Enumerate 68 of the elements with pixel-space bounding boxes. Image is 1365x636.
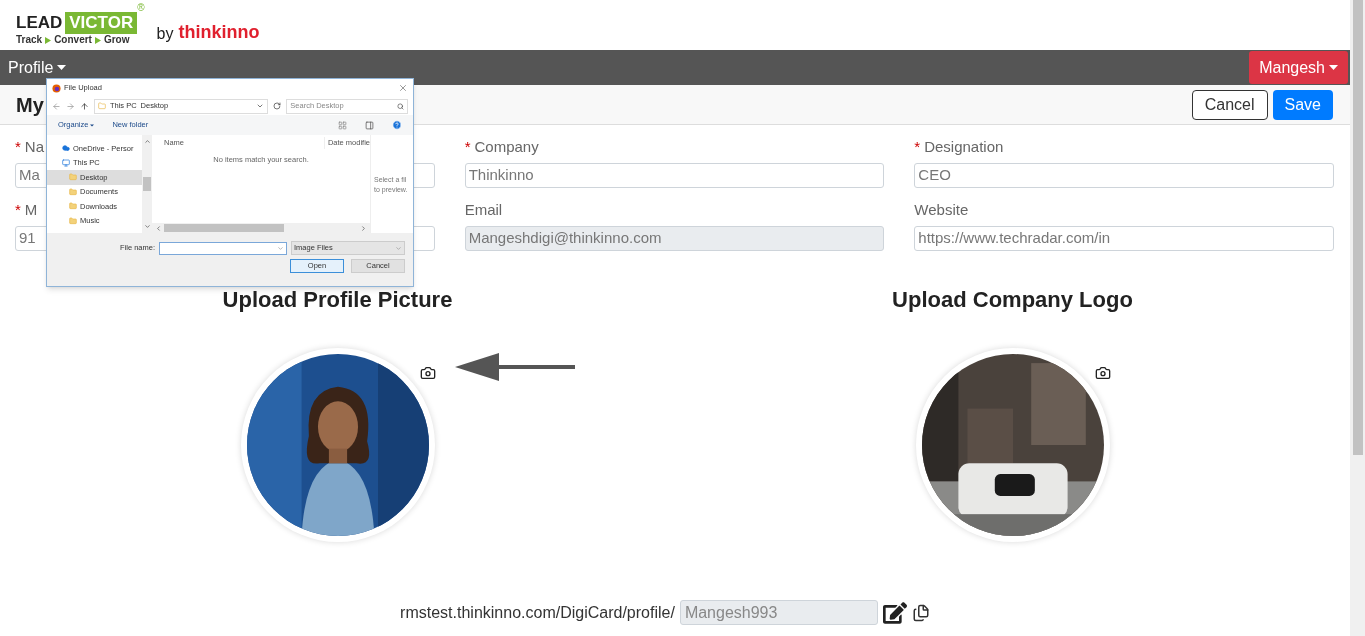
file-name-field[interactable] — [159, 241, 287, 255]
cloud-icon — [62, 144, 70, 153]
caret-icon — [90, 122, 95, 128]
back-icon[interactable] — [52, 101, 61, 111]
close-icon[interactable] — [398, 83, 408, 93]
logo-text: LEAD — [16, 12, 63, 34]
folder-icon — [69, 187, 77, 196]
scroll-down-icon[interactable] — [143, 223, 151, 230]
folder-icon — [69, 173, 77, 182]
browser-logo-icon — [52, 83, 61, 93]
triangle-icon — [45, 36, 52, 44]
view-icon[interactable] — [338, 120, 347, 130]
folder-icon — [69, 216, 77, 225]
preview-pane-icon[interactable] — [365, 120, 374, 130]
upload-heading: Upload Company Logo — [892, 286, 1133, 314]
tagline-text: Track — [16, 34, 43, 46]
edit-icon[interactable] — [882, 600, 907, 625]
field-label: Website — [914, 199, 969, 220]
logo-text: VICTOR — [65, 12, 138, 34]
scrollbar-thumb[interactable] — [164, 224, 284, 232]
input-field[interactable]: CEO — [914, 163, 1334, 188]
page-title: My — [16, 92, 44, 118]
save-button[interactable]: Save — [1272, 89, 1333, 120]
triangle-icon — [94, 36, 101, 44]
logo-by-text: by — [156, 24, 174, 44]
copy-icon[interactable] — [911, 603, 930, 622]
field-label: Company — [474, 136, 539, 157]
folder-icon — [69, 202, 77, 211]
scroll-left-icon[interactable] — [155, 224, 162, 232]
field-label: Email — [464, 199, 503, 220]
scroll-right-icon[interactable] — [360, 224, 367, 232]
caret-icon — [57, 65, 67, 70]
camera-icon — [419, 365, 436, 381]
required-mark: * — [15, 199, 21, 220]
search-icon — [397, 102, 404, 110]
dropdown-icon — [395, 244, 402, 252]
help-icon[interactable] — [392, 120, 402, 130]
scrollbar-thumb[interactable] — [143, 177, 151, 191]
tagline-text: Grow — [103, 34, 130, 46]
profile-url-prefix: rmstest.thinkinno.com/DigiCard/profile/ — [400, 602, 675, 623]
forward-icon[interactable] — [65, 101, 75, 111]
horizontal-scrollbar[interactable] — [152, 223, 370, 233]
cancel-button[interactable]: Cancel — [1191, 89, 1268, 120]
up-icon[interactable] — [79, 101, 89, 111]
page-scrollbar[interactable] — [1350, 0, 1365, 636]
upload-heading: Upload Profile Picture — [222, 286, 453, 314]
required-mark: * — [914, 136, 921, 157]
input-field[interactable]: https://www.techradar.com/in — [914, 226, 1334, 251]
profile-menu[interactable]: Profile — [8, 55, 67, 80]
input-field[interactable]: Thinkinno — [464, 163, 885, 188]
required-mark: * — [15, 136, 21, 157]
scrollbar[interactable] — [142, 135, 152, 233]
folder-icon — [97, 102, 106, 110]
field-label: Na — [24, 136, 45, 157]
refresh-icon[interactable] — [273, 102, 282, 110]
scroll-up-icon[interactable] — [143, 138, 151, 145]
dropdown-icon[interactable] — [256, 102, 265, 110]
user-menu[interactable]: Mangesh — [1249, 51, 1348, 84]
scrollbar-thumb[interactable] — [1352, 0, 1363, 455]
registered-mark: ® — [137, 3, 145, 13]
tagline-text: Convert — [54, 34, 92, 46]
field-label: M — [24, 199, 38, 220]
computer-icon — [62, 158, 70, 167]
camera-icon — [1094, 365, 1111, 381]
field-label: Designation — [924, 136, 1004, 157]
required-mark: * — [464, 136, 471, 157]
company-logo-text: thinkinno — [178, 21, 260, 44]
caret-icon — [1329, 65, 1338, 70]
